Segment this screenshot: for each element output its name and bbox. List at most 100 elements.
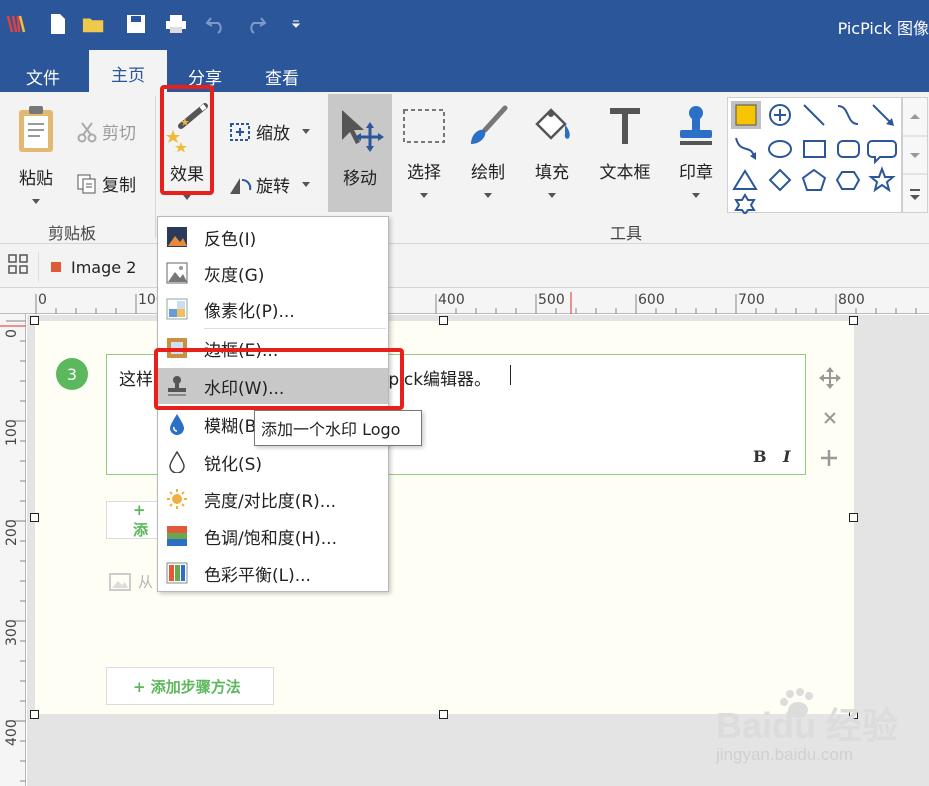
gallery-scroll-down-icon[interactable]	[910, 153, 920, 158]
menu-item-brightness-contrast[interactable]: 亮度/对比度(R)...	[158, 481, 388, 517]
gallery-scroll-up-icon[interactable]	[910, 114, 920, 119]
draw-dropdown-caret	[484, 193, 492, 198]
from-image-option[interactable]: 从	[108, 571, 153, 592]
shapes-gallery-scroller	[902, 97, 928, 213]
menu-item-color-balance-label: 色彩平衡(L)...	[204, 565, 311, 586]
doc-tab-image-2[interactable]: Image 2	[38, 252, 136, 282]
watermark-brand: Baidu 经验	[716, 705, 898, 746]
menu-item-pixelate[interactable]: 像素化(P)...	[158, 291, 388, 327]
watermark-tooltip: 添加一个水印 Logo	[254, 410, 422, 446]
shape-diamond-icon[interactable]	[768, 168, 792, 192]
tab-home[interactable]: 主页	[89, 50, 167, 92]
highlight-watermark-box	[154, 348, 404, 410]
bold-button[interactable]: B	[753, 447, 767, 466]
resize-label: 缩放	[256, 124, 290, 144]
shape-curve-icon[interactable]	[837, 105, 859, 125]
fill-tool-button[interactable]: 填充	[524, 104, 580, 198]
text-caret	[510, 365, 511, 385]
menu-item-grayscale-label: 灰度(G)	[204, 265, 265, 286]
shape-square-icon[interactable]	[731, 101, 761, 129]
ruler-h-700: 700	[738, 292, 765, 308]
menu-item-hue-saturation[interactable]: 色调/饱和度(H)...	[158, 518, 388, 554]
add-step-method-button[interactable]: + 添加步骤方法	[106, 667, 274, 705]
grid-view-icon[interactable]	[8, 254, 28, 278]
resize-handle[interactable]	[30, 513, 39, 522]
draw-tool-button[interactable]: 绘制	[460, 104, 516, 198]
redo-icon[interactable]	[244, 12, 268, 36]
gallery-expand-icon[interactable]	[910, 189, 920, 200]
shape-curved-arrow-icon[interactable]	[735, 137, 756, 160]
menu-item-color-balance[interactable]: 色彩平衡(L)...	[158, 555, 388, 591]
italic-button[interactable]: I	[783, 447, 790, 466]
cut-button[interactable]: 剪切	[76, 119, 136, 144]
tab-view[interactable]: 查看	[253, 60, 311, 92]
copy-button[interactable]: 复制	[76, 171, 136, 196]
sharpen-drop-icon	[169, 451, 185, 473]
paste-button[interactable]: 粘贴	[10, 104, 62, 204]
undo-icon[interactable]	[204, 12, 228, 36]
move-tool-button[interactable]: 移动	[328, 94, 392, 212]
print-icon[interactable]	[164, 12, 188, 36]
rotate-dropdown-caret	[302, 182, 310, 187]
shape-rectangle-icon[interactable]	[803, 140, 826, 158]
menu-item-grayscale[interactable]: 灰度(G)	[158, 255, 388, 291]
shape-hexagon-icon[interactable]	[835, 171, 861, 190]
effects-dropdown-caret	[183, 195, 191, 200]
horizontal-ruler: 0 100 400 500 600 700 800	[0, 288, 929, 314]
select-tool-button[interactable]: 选择	[396, 104, 452, 198]
save-icon[interactable]	[124, 12, 148, 36]
rotate-button[interactable]: 旋转	[228, 172, 310, 197]
ruler-v-100: 100	[4, 419, 20, 446]
resize-button[interactable]: 缩放	[228, 119, 310, 144]
shape-speech-bubble-icon[interactable]	[867, 140, 897, 165]
ruler-v-300: 300	[4, 619, 20, 646]
ribbon: 粘贴 剪切 复制 剪贴板 效果 缩放 旋转 移动 选择 绘制 填充 文本框 印章…	[0, 92, 929, 244]
text-t-icon	[610, 108, 640, 144]
new-file-icon[interactable]	[46, 12, 70, 36]
move-step-icon[interactable]	[819, 367, 841, 393]
menu-item-sharpen[interactable]: 锐化(S)	[158, 444, 388, 480]
shape-star-icon[interactable]	[868, 166, 896, 193]
stamp-tool-button[interactable]: 印章	[668, 104, 724, 198]
cut-label: 剪切	[102, 124, 136, 144]
stamp-label: 印章	[679, 163, 713, 183]
shape-pentagon-icon[interactable]	[801, 168, 827, 191]
resize-handle[interactable]	[30, 316, 39, 325]
shape-triangle-icon[interactable]	[732, 169, 758, 190]
shape-six-point-star-icon[interactable]	[734, 193, 756, 216]
rotate-icon	[230, 177, 252, 194]
delete-step-icon[interactable]	[822, 410, 838, 430]
title-bar: PicPick 图像	[0, 0, 929, 50]
shape-arrow-icon[interactable]	[872, 104, 894, 126]
tab-file[interactable]: 文件	[14, 60, 72, 92]
customize-toolbar-icon[interactable]	[284, 12, 308, 36]
tools-group-label: 工具	[610, 224, 643, 243]
shape-rounded-rect-icon[interactable]	[837, 140, 860, 158]
resize-handle[interactable]	[849, 316, 858, 325]
ruler-h-600: 600	[638, 292, 665, 308]
add-step-icon[interactable]	[820, 449, 838, 471]
paintbrush-icon	[471, 105, 508, 144]
menu-separator	[204, 328, 386, 329]
paint-bucket-icon	[535, 108, 570, 140]
image-icon	[109, 572, 131, 591]
textbox-tool-button[interactable]: 文本框	[594, 104, 656, 183]
open-folder-icon[interactable]	[82, 12, 106, 36]
shape-circle-plus-icon[interactable]	[769, 104, 791, 126]
grayscale-icon	[166, 262, 188, 284]
menu-item-invert-label: 反色(I)	[204, 229, 257, 250]
clipboard-icon	[19, 106, 53, 152]
menu-item-invert[interactable]: 反色(I)	[158, 219, 388, 255]
blur-drop-icon	[170, 414, 184, 435]
resize-handle[interactable]	[849, 513, 858, 522]
shape-ellipse-icon[interactable]	[768, 140, 792, 158]
shapes-gallery[interactable]	[727, 97, 902, 216]
ruler-h-800: 800	[838, 292, 865, 308]
shape-line-icon[interactable]	[803, 104, 825, 126]
watermark-url: jingyan.baidu.com	[715, 745, 853, 764]
resize-handle[interactable]	[439, 316, 448, 325]
ruler-h-0: 0	[38, 292, 47, 308]
resize-handle[interactable]	[30, 710, 39, 719]
resize-handle[interactable]	[439, 710, 448, 719]
vertical-ruler: 0 100 200 300 400	[0, 314, 26, 786]
